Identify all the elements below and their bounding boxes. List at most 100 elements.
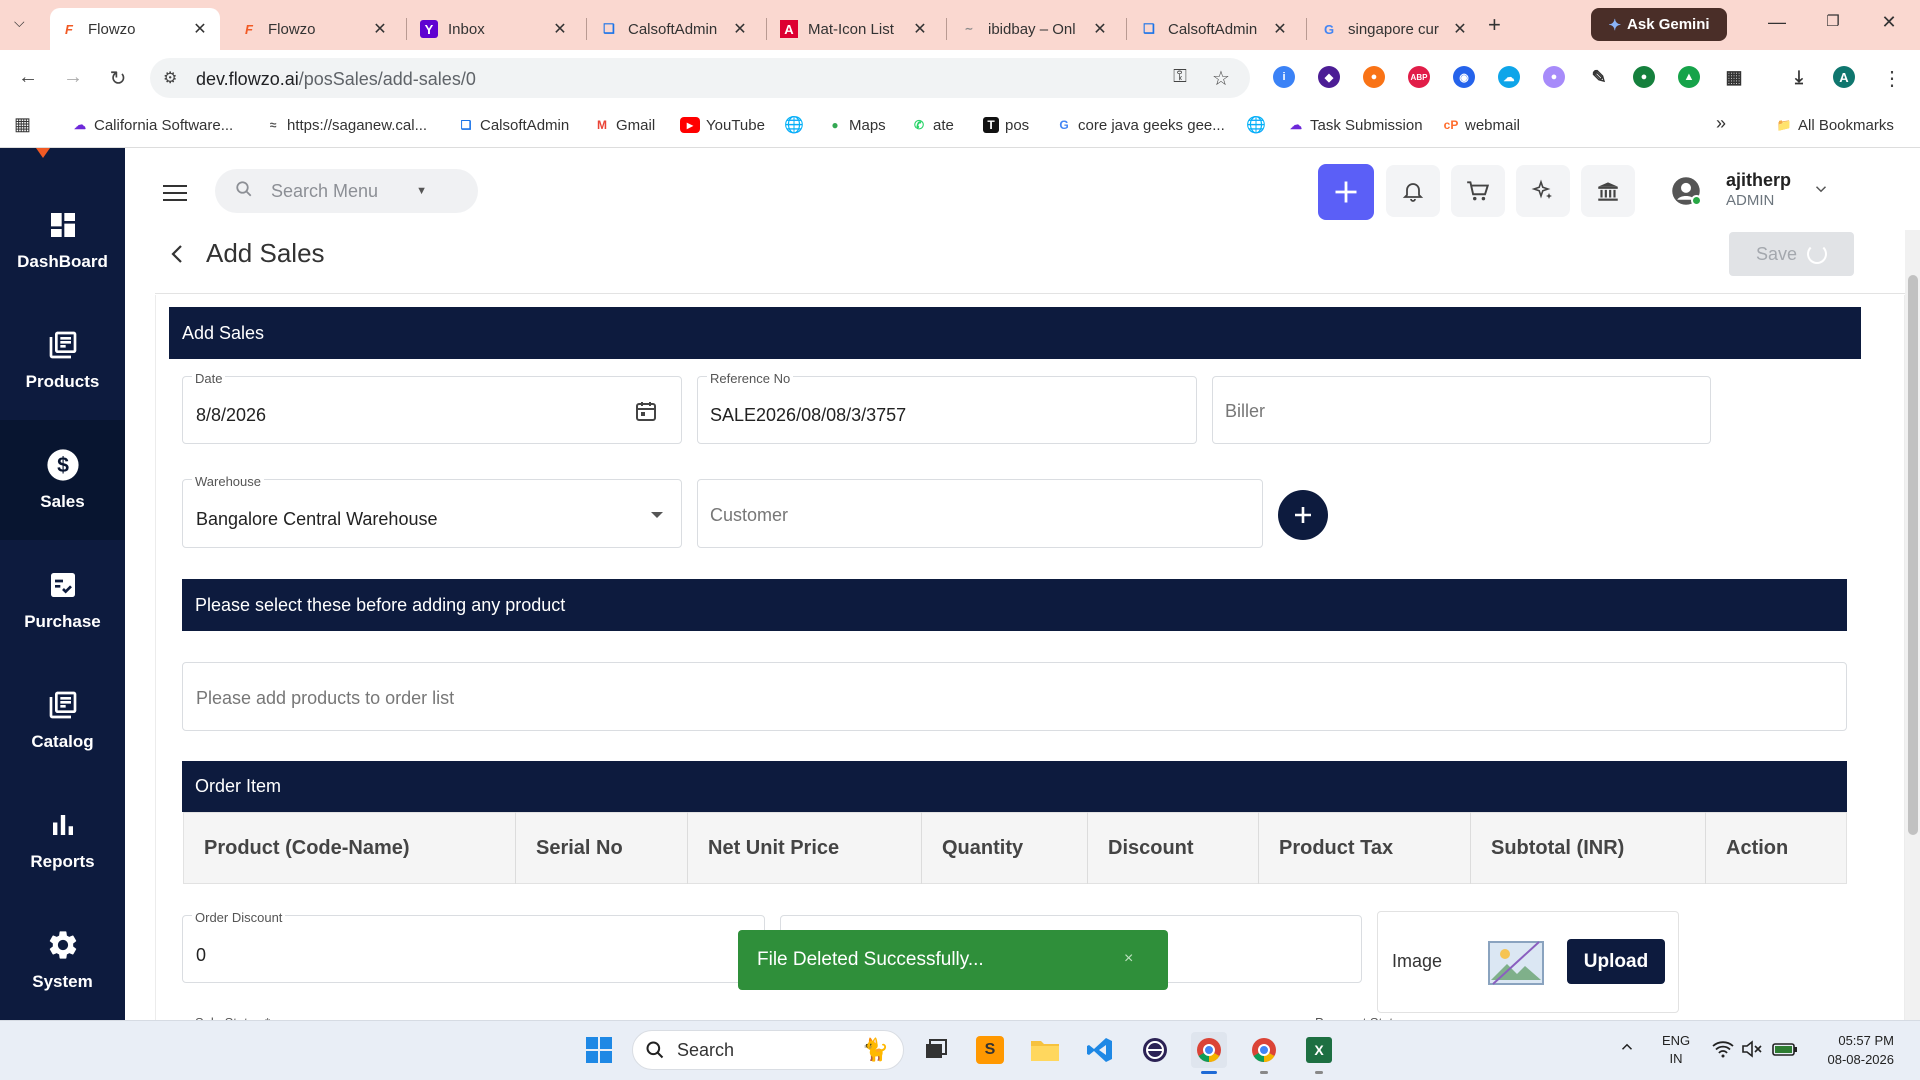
all-bookmarks-button[interactable]: 📁 All Bookmarks xyxy=(1776,114,1894,136)
forward-arrow-icon[interactable]: → xyxy=(59,66,87,89)
more-menu-icon[interactable]: ⋮ xyxy=(1878,66,1906,91)
sidebar-item-system[interactable]: System xyxy=(0,900,125,1020)
adblock-icon[interactable]: ABP xyxy=(1408,66,1430,88)
extension-icon[interactable]: i xyxy=(1273,66,1295,88)
notifications-button[interactable] xyxy=(1386,165,1440,217)
bookmark-item[interactable]: Tpos xyxy=(983,114,1029,136)
bookmark-item[interactable]: cP webmail xyxy=(1443,114,1520,136)
biller-field[interactable] xyxy=(1212,376,1711,444)
vscode-icon[interactable] xyxy=(1082,1032,1118,1068)
bookmark-item[interactable]: ☁ California Software... xyxy=(72,114,233,136)
extension-icon[interactable]: ☁ xyxy=(1498,66,1520,88)
chrome-icon[interactable] xyxy=(1191,1032,1227,1068)
browser-tab[interactable]: ∼ ibidbay – Onl ✕ xyxy=(950,8,1120,50)
ask-gemini-button[interactable]: ✦ Ask Gemini xyxy=(1591,8,1727,41)
bookmark-star-icon[interactable]: ☆ xyxy=(1207,66,1235,91)
bookmark-item[interactable]: ❏ CalsoftAdmin xyxy=(458,114,570,136)
user-avatar[interactable] xyxy=(1671,176,1702,206)
bookmark-item[interactable]: 🌐 xyxy=(784,114,804,136)
dropdown-arrow-icon[interactable] xyxy=(651,512,663,518)
back-chevron-icon[interactable] xyxy=(170,242,184,273)
browser-tab[interactable]: ❏ CalsoftAdmin ✕ xyxy=(1130,8,1300,50)
volume-muted-icon[interactable] xyxy=(1741,1040,1763,1063)
bookmark-item[interactable]: M Gmail xyxy=(594,114,655,136)
quick-add-button[interactable] xyxy=(1318,164,1374,220)
close-icon[interactable]: ✕ xyxy=(730,19,750,39)
sublime-text-icon[interactable]: S xyxy=(972,1032,1008,1068)
close-icon[interactable]: ✕ xyxy=(370,19,390,39)
url-text[interactable]: dev.flowzo.ai/posSales/add-sales/0 xyxy=(196,69,476,90)
close-icon[interactable]: ✕ xyxy=(550,19,570,39)
search-menu-input[interactable]: Search Menu ▼ xyxy=(215,169,478,213)
battery-icon[interactable] xyxy=(1772,1041,1798,1062)
bookmark-item[interactable]: ✆ ate xyxy=(911,114,954,136)
excel-icon[interactable]: X xyxy=(1301,1032,1337,1068)
bookmark-item[interactable]: ≈ https://saganew.cal... xyxy=(265,114,427,136)
download-icon[interactable]: ⤓ xyxy=(1788,66,1810,88)
tab-search-button[interactable]: ⌵ xyxy=(14,14,25,31)
close-icon[interactable]: ✕ xyxy=(1450,19,1470,39)
calendar-icon[interactable] xyxy=(634,399,658,428)
chevron-down-icon[interactable] xyxy=(1812,180,1830,203)
save-button[interactable]: Save xyxy=(1729,232,1854,276)
extension-icon[interactable]: ● xyxy=(1543,66,1565,88)
browser-tab[interactable]: F Flowzo ✕ xyxy=(230,8,400,50)
sidebar-item-reports[interactable]: Reports xyxy=(0,780,125,900)
toast-close-icon[interactable]: × xyxy=(1124,950,1133,968)
bookmark-item[interactable]: ▶ YouTube xyxy=(680,114,765,136)
browser-tab[interactable]: A Mat-Icon List ✕ xyxy=(770,8,940,50)
bookmark-item[interactable]: Gcore java geeks gee... xyxy=(1056,114,1224,136)
scrollbar-thumb[interactable] xyxy=(1908,275,1918,835)
minimize-icon[interactable]: — xyxy=(1762,12,1792,33)
store-button[interactable] xyxy=(1581,165,1635,217)
chrome-profile-icon[interactable] xyxy=(1246,1032,1282,1068)
file-explorer-icon[interactable] xyxy=(1027,1032,1063,1068)
browser-tab[interactable]: ❏ CalsoftAdmin ✕ xyxy=(590,8,760,50)
order-discount-field[interactable] xyxy=(182,915,765,983)
extension-icon[interactable]: ◉ xyxy=(1453,66,1475,88)
ai-sparkle-button[interactable] xyxy=(1516,165,1570,217)
clock[interactable]: 05:57 PM 08-08-2026 xyxy=(1810,1031,1895,1069)
back-arrow-icon[interactable]: ← xyxy=(14,66,42,89)
bookmark-item[interactable]: 🌐 xyxy=(1246,114,1266,136)
show-hidden-icons-chevron[interactable] xyxy=(1618,1038,1636,1061)
sidebar-item-products[interactable]: Products xyxy=(0,300,125,420)
new-tab-icon[interactable]: + xyxy=(1488,12,1501,38)
bookmark-item[interactable]: ☁ Task Submission xyxy=(1288,114,1423,136)
eyedropper-icon[interactable]: ✎ xyxy=(1588,66,1610,88)
sidebar-item-catalog[interactable]: Catalog xyxy=(0,660,125,780)
sidebar-item-purchase[interactable]: Purchase xyxy=(0,540,125,660)
close-icon[interactable]: ✕ xyxy=(190,19,210,39)
close-icon[interactable]: ✕ xyxy=(1270,19,1290,39)
extension-icon[interactable]: ● xyxy=(1363,66,1385,88)
browser-tab[interactable]: G singapore cur ✕ xyxy=(1310,8,1480,50)
extension-icon[interactable]: ● xyxy=(1633,66,1655,88)
add-customer-button[interactable] xyxy=(1278,490,1328,540)
restore-icon[interactable]: ❐ xyxy=(1818,12,1848,30)
taskbar-search[interactable]: Search 🐈 xyxy=(632,1030,904,1070)
browser-tab[interactable]: F Flowzo ✕ xyxy=(50,8,220,50)
extension-icon[interactable]: ▲ xyxy=(1678,66,1700,88)
language-indicator[interactable]: ENG IN xyxy=(1662,1032,1690,1068)
chevron-down-icon[interactable]: ▼ xyxy=(416,185,427,197)
close-icon[interactable]: ✕ xyxy=(910,19,930,39)
puzzle-icon[interactable]: ▦ xyxy=(1723,66,1745,88)
bookmarks-overflow-icon[interactable]: » xyxy=(1716,113,1726,134)
window-close-icon[interactable]: ✕ xyxy=(1874,12,1904,33)
sidebar-item-dashboard[interactable]: DashBoard xyxy=(0,180,125,300)
password-key-icon[interactable]: ⚿ xyxy=(1166,66,1194,87)
reload-icon[interactable]: ↻ xyxy=(104,66,132,91)
sidebar-item-sales[interactable]: $ Sales xyxy=(0,420,125,540)
site-info-icon[interactable]: ⚙ xyxy=(163,68,177,88)
wifi-icon[interactable] xyxy=(1712,1040,1734,1063)
bookmark-item[interactable]: ● Maps xyxy=(827,114,885,136)
upload-button[interactable]: Upload xyxy=(1567,939,1665,984)
apps-grid-icon[interactable]: ▦ xyxy=(14,114,31,135)
extension-icon[interactable]: ◆ xyxy=(1318,66,1340,88)
eclipse-icon[interactable] xyxy=(1137,1032,1173,1068)
task-view-icon[interactable] xyxy=(918,1032,954,1068)
windows-start-icon[interactable] xyxy=(581,1032,617,1068)
cart-button[interactable] xyxy=(1451,165,1505,217)
profile-avatar[interactable]: A xyxy=(1833,66,1855,88)
close-icon[interactable]: ✕ xyxy=(1090,19,1110,39)
